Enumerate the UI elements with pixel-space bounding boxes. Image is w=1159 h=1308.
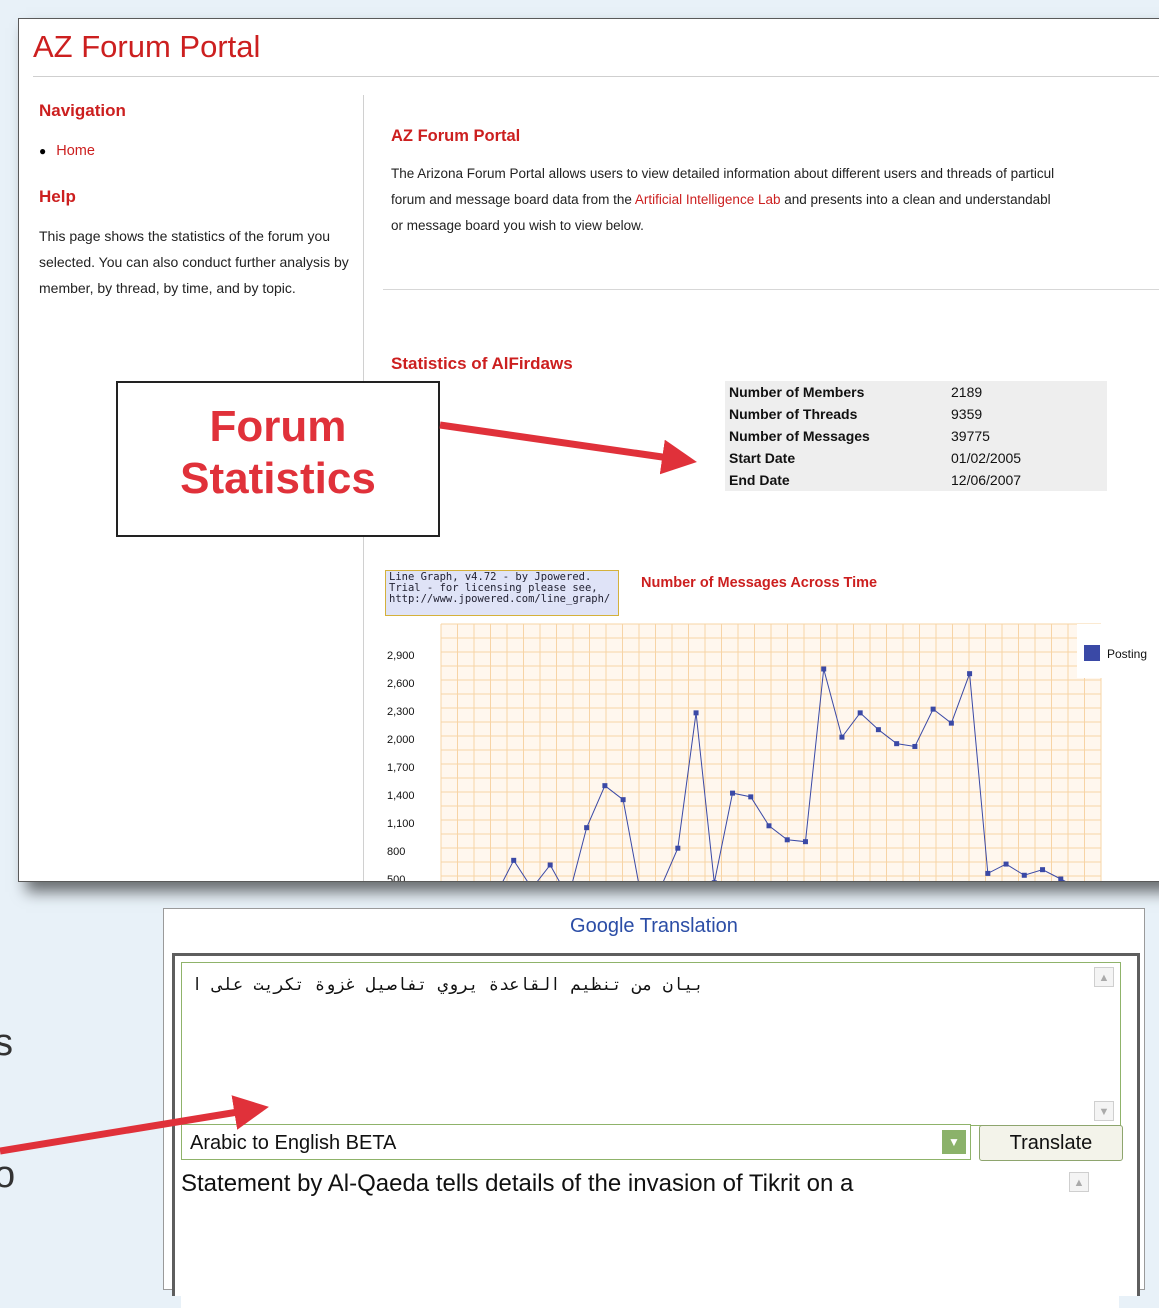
statistics-title: Statistics of AlFirdaws <box>391 354 573 373</box>
stats-label: Number of Messages <box>729 428 870 444</box>
language-select-value: Arabic to English BETA <box>190 1132 397 1154</box>
stats-row: Start Date 01/02/2005 <box>729 450 1107 472</box>
translation-heading: Google Translation <box>570 915 738 937</box>
data-point <box>1021 872 1027 878</box>
stats-value: 2189 <box>951 384 983 400</box>
chevron-down-icon[interactable]: ▼ <box>942 1130 966 1154</box>
line-chart: 2,900 2,600 2,300 2,000 1,700 1,400 1,100 800 50… <box>387 623 1159 882</box>
page-title: AZ Forum Portal <box>33 29 261 64</box>
stats-label: End Date <box>729 472 790 488</box>
stats-value: 12/06/2007 <box>951 472 1022 488</box>
y-tick-label: 2,000 <box>387 734 415 746</box>
data-point <box>1058 876 1064 881</box>
data-point <box>620 797 626 803</box>
data-point <box>766 823 772 829</box>
data-point <box>802 839 808 845</box>
data-point <box>912 743 918 749</box>
y-tick-label: 2,300 <box>387 706 415 718</box>
y-tick-label: 2,900 <box>387 650 415 662</box>
help-text: This page shows the statistics of the fo… <box>39 228 349 296</box>
y-tick-label: 800 <box>387 846 405 858</box>
data-point <box>748 794 754 800</box>
arabic-source-text: بيان من تنظيم القاعدة يروي تفاصيل غزوة ت… <box>192 975 704 995</box>
description-line: forum and message board data from the Ar… <box>391 187 1159 213</box>
translation-result-area[interactable]: Statement by Al-Qaeda tells details of t… <box>181 1168 1119 1308</box>
data-point <box>985 870 991 876</box>
scroll-down-icon[interactable]: ▼ <box>1094 1101 1114 1121</box>
data-point <box>894 741 900 747</box>
portal-description: The Arizona Forum Portal allows users to… <box>391 161 1159 239</box>
data-point <box>547 862 553 868</box>
legend-swatch <box>1084 645 1100 661</box>
section-divider <box>383 289 1159 290</box>
stats-value: 39775 <box>951 428 990 444</box>
callout-line: Statistics <box>180 454 376 503</box>
stats-row: Number of Members 2189 <box>729 384 1107 406</box>
callout-line: Forum <box>209 402 347 451</box>
scroll-up-icon[interactable]: ▲ <box>1069 1172 1089 1192</box>
description-line: The Arizona Forum Portal allows users to… <box>391 166 1055 181</box>
data-point <box>821 666 827 672</box>
stats-row: Number of Messages 39775 <box>729 428 1107 450</box>
data-point <box>857 710 863 716</box>
stats-value: 9359 <box>951 406 983 422</box>
legend-label: Posting <box>1107 647 1147 661</box>
english-result-text: Statement by Al-Qaeda tells details of t… <box>181 1170 854 1197</box>
chart-title: Number of Messages Across Time <box>641 575 878 591</box>
data-point <box>784 837 790 843</box>
description-text: forum and message board data from the <box>391 192 635 207</box>
data-point <box>930 706 936 712</box>
forum-statistics-callout: Forum Statistics <box>116 381 440 537</box>
stats-label: Number of Threads <box>729 406 858 422</box>
description-text: and presents into a clean and understand… <box>780 192 1051 207</box>
content-title: AZ Forum Portal <box>391 127 521 145</box>
stats-row: Number of Threads 9359 <box>729 406 1107 428</box>
data-point <box>1040 867 1046 873</box>
data-point <box>839 734 845 740</box>
nav-item-home[interactable]: ● Home <box>39 143 95 159</box>
translate-button[interactable]: Translate <box>979 1125 1123 1161</box>
nav-item-home-label[interactable]: Home <box>56 143 95 159</box>
scroll-up-icon[interactable]: ▲ <box>1094 967 1114 987</box>
source-text-area[interactable]: بيان من تنظيم القاعدة يروي تفاصيل غزوة ت… <box>181 962 1121 1126</box>
data-point <box>602 783 608 789</box>
title-divider <box>33 76 1159 77</box>
data-point <box>875 727 881 733</box>
data-point <box>711 880 717 881</box>
stats-label: Start Date <box>729 450 796 466</box>
y-tick-label: 1,400 <box>387 790 415 802</box>
data-point <box>584 825 590 831</box>
translation-frame: بيان من تنظيم القاعدة يروي تفاصيل غزوة ت… <box>172 953 1140 1308</box>
data-point <box>1003 861 1009 867</box>
navigation-heading: Navigation <box>39 101 126 120</box>
ai-lab-link[interactable]: Artificial Intelligence Lab <box>635 192 781 207</box>
data-point <box>967 671 973 677</box>
bullet-icon: ● <box>39 144 47 158</box>
y-tick-label: 1,700 <box>387 762 415 774</box>
statistics-table: Number of Members 2189 Number of Threads 9… <box>725 381 1107 491</box>
google-translation-panel: Google Translation بيان من تنظيم القاعدة… <box>163 908 1145 1308</box>
description-line: or message board you wish to view below. <box>391 218 644 233</box>
data-point <box>511 857 517 863</box>
data-point <box>948 720 954 726</box>
stats-label: Number of Members <box>729 384 865 400</box>
stats-row: End Date 12/06/2007 <box>729 472 1107 494</box>
stats-value: 01/02/2005 <box>951 450 1022 466</box>
data-point <box>693 710 699 716</box>
y-tick-label: 500 <box>387 874 405 882</box>
cropped-annotation-letter: s <box>0 1022 13 1064</box>
y-tick-label: 1,100 <box>387 818 415 830</box>
data-point <box>730 790 736 796</box>
cropped-annotation-letter: o <box>0 1154 16 1196</box>
y-tick-label: 2,600 <box>387 678 415 690</box>
data-point <box>675 845 681 851</box>
help-heading: Help <box>39 187 76 206</box>
language-select[interactable]: Arabic to English BETA ▼ <box>181 1124 971 1160</box>
